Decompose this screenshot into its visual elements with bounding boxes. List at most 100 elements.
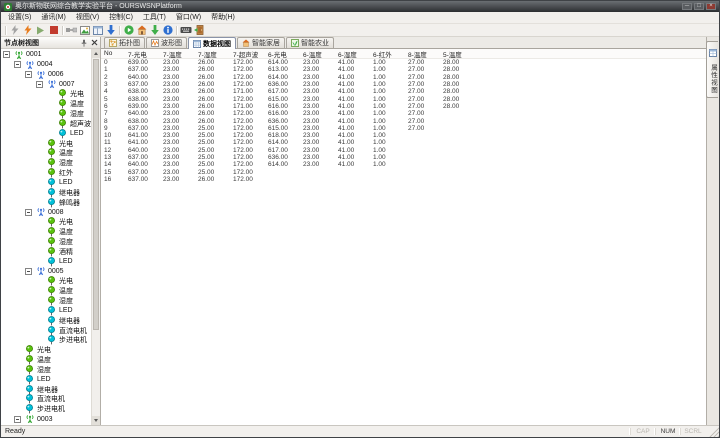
scroll-down-arrow[interactable] bbox=[92, 416, 100, 425]
column-header-7-湿度[interactable]: 7-湿度 bbox=[195, 49, 230, 59]
table-row[interactable]: 7640.0023.0026.00172.00616.0023.0041.001… bbox=[101, 110, 706, 117]
maximize-button[interactable]: □ bbox=[694, 3, 704, 10]
column-header-6-温度[interactable]: 6-温度 bbox=[300, 49, 335, 59]
table-row[interactable]: 0639.0023.0026.00172.00614.0023.0041.001… bbox=[101, 59, 706, 66]
tree-node-0006[interactable]: 0006 bbox=[1, 70, 91, 80]
tree-leaf-光电[interactable]: 光电 bbox=[1, 217, 91, 227]
expander-minus-icon[interactable] bbox=[25, 71, 36, 78]
tree-node-0008[interactable]: 0008 bbox=[1, 208, 91, 218]
tree-leaf-继电器[interactable]: 继电器 bbox=[1, 385, 91, 395]
column-header-6-红外[interactable]: 6-红外 bbox=[370, 49, 405, 59]
tree-leaf-LED[interactable]: LED bbox=[1, 306, 91, 316]
table-row[interactable]: 11641.0023.0025.00172.00614.0023.0041.00… bbox=[101, 139, 706, 146]
expander-minus-icon[interactable] bbox=[36, 81, 47, 88]
column-header-7-超声波[interactable]: 7-超声波 bbox=[230, 49, 265, 59]
tab-smarthome[interactable]: 智能家居 bbox=[237, 37, 285, 48]
column-header-6-光电[interactable]: 6-光电 bbox=[265, 49, 300, 59]
tree-leaf-LED[interactable]: LED bbox=[1, 257, 91, 267]
table-row[interactable]: 2640.0023.0026.00172.00614.0023.0041.001… bbox=[101, 74, 706, 81]
tree-scrollbar[interactable] bbox=[91, 49, 100, 425]
tree-leaf-LED[interactable]: LED bbox=[1, 178, 91, 188]
tree-leaf-湿度[interactable]: 湿度 bbox=[1, 109, 91, 119]
expander-minus-icon[interactable] bbox=[25, 268, 36, 275]
download-button[interactable] bbox=[104, 24, 117, 36]
resize-grip[interactable] bbox=[707, 426, 719, 438]
tree-leaf-温度[interactable]: 温度 bbox=[1, 148, 91, 158]
title-bar[interactable]: 奥尔斯物联网综合教学实验平台 - OURSWSNPlatform ─ □ × bbox=[1, 1, 719, 12]
table-row[interactable]: 9637.0023.0025.00172.00615.0023.0041.001… bbox=[101, 125, 706, 132]
start-button[interactable] bbox=[34, 24, 47, 36]
tree-leaf-温度[interactable]: 温度 bbox=[1, 227, 91, 237]
keyboard-button[interactable] bbox=[179, 24, 192, 36]
menu-view[interactable]: 视图(V) bbox=[71, 12, 104, 24]
update-button[interactable] bbox=[148, 24, 161, 36]
minimize-button[interactable]: ─ bbox=[682, 3, 692, 10]
table-row[interactable]: 6639.0023.0026.00171.00616.0023.0041.001… bbox=[101, 103, 706, 110]
tree-leaf-步进电机[interactable]: 步进电机 bbox=[1, 404, 91, 414]
tree-node-0003[interactable]: 0003 bbox=[1, 414, 91, 424]
table-row[interactable]: 12640.0023.0025.00172.00617.0023.0041.00… bbox=[101, 147, 706, 154]
tree-leaf-继电器[interactable]: 继电器 bbox=[1, 316, 91, 326]
table-row[interactable]: 5638.0023.0026.00172.00615.0023.0041.001… bbox=[101, 95, 706, 102]
table-row[interactable]: 14640.0023.0025.00172.00614.0023.0041.00… bbox=[101, 161, 706, 168]
tree-leaf-继电器[interactable]: 继电器 bbox=[1, 188, 91, 198]
tree-node-0007[interactable]: 0007 bbox=[1, 80, 91, 90]
column-header-7-光电[interactable]: 7-光电 bbox=[125, 49, 160, 59]
menu-settings[interactable]: 设置(S) bbox=[3, 12, 36, 24]
tree-leaf-湿度[interactable]: 湿度 bbox=[1, 158, 91, 168]
connect-disabled-button[interactable] bbox=[8, 24, 21, 36]
tree-leaf-光电[interactable]: 光电 bbox=[1, 139, 91, 149]
tree-leaf-LED[interactable]: LED bbox=[1, 375, 91, 385]
table-row[interactable]: 8638.0023.0026.00172.00636.0023.0041.001… bbox=[101, 117, 706, 124]
tab-waveform[interactable]: 波形图 bbox=[146, 37, 187, 48]
tree-leaf-湿度[interactable]: 湿度 bbox=[1, 237, 91, 247]
column-header-7-温度[interactable]: 7-温度 bbox=[160, 49, 195, 59]
tree-leaf-超声波[interactable]: 超声波 bbox=[1, 119, 91, 129]
menu-communication[interactable]: 通讯(M) bbox=[36, 12, 71, 24]
panel-close-icon[interactable] bbox=[91, 39, 98, 46]
table-row[interactable]: 15637.0023.0025.00172.00 bbox=[101, 168, 706, 175]
scroll-up-arrow[interactable] bbox=[92, 49, 100, 58]
tree-leaf-蜂鸣器[interactable]: 蜂鸣器 bbox=[1, 198, 91, 208]
info-button[interactable] bbox=[161, 24, 174, 36]
tab-topology[interactable]: 拓扑图 bbox=[104, 37, 145, 48]
tree-leaf-温度[interactable]: 温度 bbox=[1, 286, 91, 296]
close-button[interactable]: × bbox=[706, 3, 716, 10]
table-row[interactable]: 10641.0023.0025.00172.00618.0023.0041.00… bbox=[101, 132, 706, 139]
expander-minus-icon[interactable] bbox=[3, 51, 14, 58]
tree-leaf-光电[interactable]: 光电 bbox=[1, 89, 91, 99]
tree-leaf-直流电机[interactable]: 直流电机 bbox=[1, 326, 91, 336]
window-layout-button[interactable] bbox=[91, 24, 104, 36]
table-row[interactable]: 16637.0023.0026.00172.00 bbox=[101, 176, 706, 183]
scrollbar-thumb[interactable] bbox=[93, 59, 99, 330]
expander-minus-icon[interactable] bbox=[14, 61, 25, 68]
tree-leaf-湿度[interactable]: 湿度 bbox=[1, 365, 91, 375]
tree-leaf-LED[interactable]: LED bbox=[1, 129, 91, 139]
home-button[interactable] bbox=[135, 24, 148, 36]
stop-button[interactable] bbox=[47, 24, 60, 36]
tree-leaf-湿度[interactable]: 湿度 bbox=[1, 296, 91, 306]
pin-icon[interactable] bbox=[80, 39, 88, 47]
menu-control[interactable]: 控制(C) bbox=[104, 12, 138, 24]
tree-leaf-直流电机[interactable]: 直流电机 bbox=[1, 395, 91, 405]
menu-tools[interactable]: 工具(T) bbox=[138, 12, 171, 24]
serial-config-button[interactable] bbox=[65, 24, 78, 36]
table-row[interactable]: 3637.0023.0026.00172.00636.0023.0041.001… bbox=[101, 81, 706, 88]
tree-leaf-温度[interactable]: 温度 bbox=[1, 355, 91, 365]
column-header-No[interactable]: No bbox=[101, 50, 125, 57]
tree-node-0004[interactable]: 0004 bbox=[1, 60, 91, 70]
tree-leaf-步进电机[interactable]: 步进电机 bbox=[1, 335, 91, 345]
tab-dataview[interactable]: 数据视图 bbox=[188, 37, 236, 49]
run-circle-button[interactable] bbox=[122, 24, 135, 36]
menu-window[interactable]: 窗口(W) bbox=[171, 12, 206, 24]
table-row[interactable]: 4638.0023.0026.00171.00617.0023.0041.001… bbox=[101, 88, 706, 95]
tree-leaf-红外[interactable]: 红外 bbox=[1, 168, 91, 178]
tab-agriculture[interactable]: 智能农业 bbox=[286, 37, 334, 48]
tree-leaf-温度[interactable]: 温度 bbox=[1, 99, 91, 109]
tree-leaf-光电[interactable]: 光电 bbox=[1, 345, 91, 355]
column-header-6-湿度[interactable]: 6-湿度 bbox=[335, 49, 370, 59]
tree-leaf-光电[interactable]: 光电 bbox=[1, 276, 91, 286]
tree-node-0005[interactable]: 0005 bbox=[1, 267, 91, 277]
menu-help[interactable]: 帮助(H) bbox=[206, 12, 240, 24]
waveform-image-button[interactable] bbox=[78, 24, 91, 36]
